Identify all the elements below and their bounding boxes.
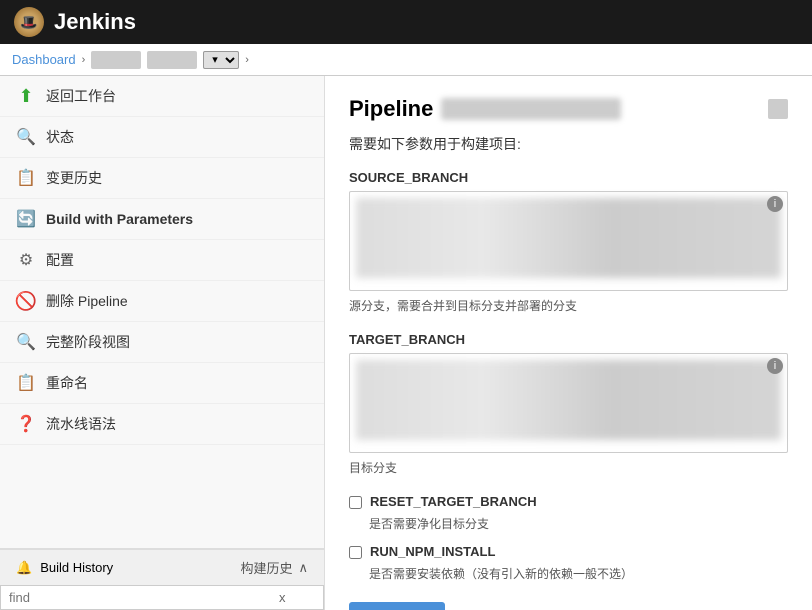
build-find-clear[interactable]: x <box>271 586 294 609</box>
param-source-branch: SOURCE_BRANCH i 源分支，需要合并到目标分支并部署的分支 <box>349 170 788 314</box>
sidebar-item-rename-label: 重命名 <box>46 373 88 393</box>
help-icon: ❓ <box>16 414 36 434</box>
build-history-right: 构建历史 ∧ <box>240 558 308 577</box>
source-branch-input-box[interactable]: i <box>349 191 788 291</box>
sidebar-item-config[interactable]: ⚙ 配置 <box>0 240 324 281</box>
sidebar-item-pipeline-syntax-label: 流水线语法 <box>46 414 116 434</box>
app-title: Jenkins <box>54 9 136 35</box>
checkbox-reset-target: RESET_TARGET_BRANCH <box>349 494 788 509</box>
expand-icon: ∧ <box>298 560 308 576</box>
breadcrumb-dropdown[interactable]: ▾ <box>203 51 239 69</box>
rename-icon: 📋 <box>16 373 36 393</box>
pipeline-title-blurred <box>441 98 621 120</box>
build-history-icon: 🔔 <box>16 560 32 576</box>
run-npm-label: RUN_NPM_INSTALL <box>370 544 495 559</box>
arrow-up-icon: ⬆ <box>16 86 36 106</box>
jenkins-logo: 🎩 <box>14 7 44 37</box>
target-branch-blurred <box>356 360 781 440</box>
content-area: Pipeline 需要如下参数用于构建项目: SOURCE_BRANCH i 源… <box>325 76 812 610</box>
logo-emoji: 🎩 <box>20 14 37 31</box>
sidebar-item-stage[interactable]: 🔍 完整阶段视图 <box>0 322 324 363</box>
build-history-section: 🔔 Build History 构建历史 ∧ x <box>0 548 324 610</box>
source-branch-blurred <box>356 198 781 278</box>
sidebar-item-history-label: 变更历史 <box>46 168 102 188</box>
breadcrumb-sep2: › <box>245 54 249 66</box>
run-npm-checkbox[interactable] <box>349 546 362 559</box>
sidebar-item-build-params-label: Build with Parameters <box>46 211 193 227</box>
gear-icon: ⚙ <box>16 250 36 270</box>
sidebar-item-delete-label: 删除 Pipeline <box>46 291 128 311</box>
reset-target-desc: 是否需要净化目标分支 <box>369 515 788 532</box>
breadcrumb-item-blurred1 <box>91 51 141 69</box>
target-branch-input-box[interactable]: i <box>349 353 788 453</box>
breadcrumb-sep1: › <box>82 54 86 66</box>
build-history-header[interactable]: 🔔 Build History 构建历史 ∧ <box>0 550 324 585</box>
build-icon: 🔄 <box>16 209 36 229</box>
param-target-branch: TARGET_BRANCH i 目标分支 <box>349 332 788 476</box>
source-branch-label: SOURCE_BRANCH <box>349 170 788 185</box>
search-icon-stage: 🔍 <box>16 332 36 352</box>
sidebar-nav: ⬆ 返回工作台 🔍 状态 📋 变更历史 🔄 Build with Paramet… <box>0 76 324 548</box>
sidebar-item-back-label: 返回工作台 <box>46 86 116 106</box>
sidebar: ⬆ 返回工作台 🔍 状态 📋 变更历史 🔄 Build with Paramet… <box>0 76 325 610</box>
sidebar-item-config-label: 配置 <box>46 250 74 270</box>
sidebar-item-rename[interactable]: 📋 重命名 <box>0 363 324 404</box>
checkbox-run-npm-row: RUN_NPM_INSTALL 是否需要安装依赖（没有引入新的依赖一般不选） <box>349 544 788 582</box>
build-history-label: Build History <box>40 560 113 575</box>
sidebar-item-delete[interactable]: 🚫 删除 Pipeline <box>0 281 324 322</box>
source-branch-info-icon: i <box>767 196 783 212</box>
sidebar-item-build-params[interactable]: 🔄 Build with Parameters <box>0 199 324 240</box>
sidebar-item-back[interactable]: ⬆ 返回工作台 <box>0 76 324 117</box>
pipeline-title: Pipeline <box>349 96 788 122</box>
search-icon-status: 🔍 <box>16 127 36 147</box>
breadcrumb: Dashboard › ▾ › <box>0 44 812 76</box>
app-header: 🎩 Jenkins <box>0 0 812 44</box>
sidebar-item-status-label: 状态 <box>46 127 74 147</box>
target-branch-info-icon: i <box>767 358 783 374</box>
sidebar-item-history[interactable]: 📋 变更历史 <box>0 158 324 199</box>
doc-icon-history: 📋 <box>16 168 36 188</box>
main-layout: ⬆ 返回工作台 🔍 状态 📋 变更历史 🔄 Build with Paramet… <box>0 76 812 610</box>
checkbox-reset-target-row: RESET_TARGET_BRANCH 是否需要净化目标分支 <box>349 494 788 532</box>
breadcrumb-dashboard[interactable]: Dashboard <box>12 52 76 67</box>
no-icon-delete: 🚫 <box>16 291 36 311</box>
pipeline-title-text: Pipeline <box>349 96 433 122</box>
breadcrumb-item-blurred2 <box>147 51 197 69</box>
build-history-left: 🔔 Build History <box>16 560 113 576</box>
target-branch-hint: 目标分支 <box>349 459 788 476</box>
checkbox-run-npm: RUN_NPM_INSTALL <box>349 544 788 559</box>
pipeline-title-icon <box>768 99 788 119</box>
run-npm-desc: 是否需要安装依赖（没有引入新的依赖一般不选） <box>369 565 788 582</box>
section-description: 需要如下参数用于构建项目: <box>349 134 788 154</box>
sidebar-item-pipeline-syntax[interactable]: ❓ 流水线语法 <box>0 404 324 445</box>
reset-target-label: RESET_TARGET_BRANCH <box>370 494 537 509</box>
start-build-button[interactable]: 开始构建 <box>349 602 445 610</box>
sidebar-item-stage-label: 完整阶段视图 <box>46 332 130 352</box>
sidebar-item-status[interactable]: 🔍 状态 <box>0 117 324 158</box>
source-branch-hint: 源分支，需要合并到目标分支并部署的分支 <box>349 297 788 314</box>
reset-target-checkbox[interactable] <box>349 496 362 509</box>
build-find-row: x <box>0 585 324 610</box>
target-branch-label: TARGET_BRANCH <box>349 332 788 347</box>
build-history-label-zh: 构建历史 <box>240 558 292 577</box>
build-find-input[interactable] <box>1 586 271 609</box>
